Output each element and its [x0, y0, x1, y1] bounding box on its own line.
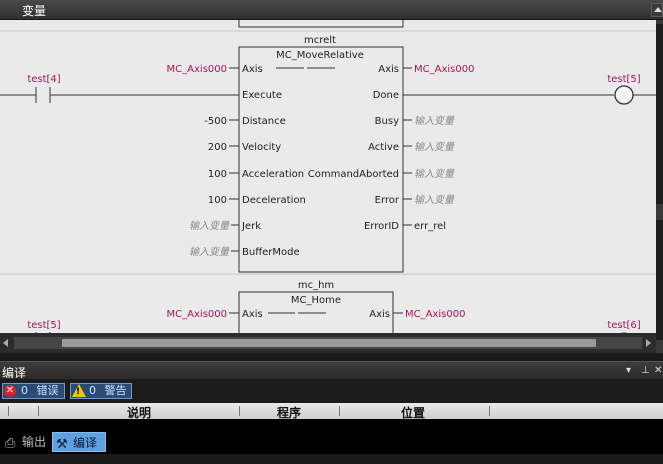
error-icon: ✕: [4, 385, 16, 397]
compile-table-header: 说明 程序 位置: [0, 403, 663, 420]
contact-label: test[4]: [27, 74, 60, 85]
previous-block-remnant: [238, 20, 404, 28]
pin-done: Done: [373, 90, 399, 101]
contact-label: test[5]: [27, 320, 60, 331]
ladder-editor-canvas[interactable]: mcrelt MC_MoveRelative test[4] MC_Axis00…: [0, 20, 656, 333]
fb-instance-name: mcrelt: [304, 35, 336, 46]
compile-results-list: [0, 419, 663, 431]
variables-panel-header: 变量: [0, 0, 663, 20]
pin-axis-out: Axis: [369, 309, 390, 320]
scroll-left-icon[interactable]: [3, 339, 8, 347]
pin-distance: Distance: [242, 116, 286, 127]
coil-test5[interactable]: [614, 85, 634, 105]
ladder-diagram[interactable]: mcrelt MC_MoveRelative test[4] MC_Axis00…: [0, 20, 656, 333]
pin-deceleration: Deceleration: [242, 195, 306, 206]
output-icon: ⎙: [5, 436, 16, 451]
output-arg-active[interactable]: 输入变量: [414, 141, 455, 153]
hammer-icon: ⚒: [56, 437, 68, 452]
column-separator[interactable]: [239, 406, 240, 416]
fb-type-name: MC_MoveRelative: [276, 50, 364, 61]
dropdown-icon[interactable]: ▾: [626, 365, 631, 376]
input-arg-buffermode[interactable]: 输入变量: [189, 246, 230, 258]
warning-count: 0: [89, 384, 96, 397]
coil-label: test[5]: [607, 74, 640, 85]
input-arg-deceleration[interactable]: 100: [208, 195, 227, 206]
output-arg-error[interactable]: 输入变量: [414, 194, 455, 206]
tab-compile-label: 编译: [73, 436, 98, 450]
warnings-filter-button[interactable]: ! 0 警告: [70, 383, 132, 399]
output-arg-axis[interactable]: MC_Axis000: [414, 64, 474, 75]
horizontal-scrollbar[interactable]: [0, 333, 656, 353]
pin-icon[interactable]: ⊥: [641, 365, 650, 376]
column-separator[interactable]: [38, 406, 39, 416]
pin-execute: Execute: [242, 90, 282, 101]
input-arg-jerk[interactable]: 输入变量: [189, 220, 230, 232]
variables-panel-title: 变量: [22, 4, 47, 18]
errors-filter-button[interactable]: ✕ 0 错误: [2, 383, 65, 399]
input-arg-axis[interactable]: MC_Axis000: [167, 64, 227, 75]
column-separator[interactable]: [489, 406, 490, 416]
fb-instance-name: mc_hm: [298, 280, 334, 291]
pin-error: Error: [375, 195, 400, 206]
status-strip: [0, 454, 663, 464]
pin-velocity: Velocity: [242, 142, 281, 153]
compile-panel-header: 编译 ▾ ⊥ ✕: [0, 361, 663, 380]
tab-compile[interactable]: ⚒ 编译: [52, 432, 106, 452]
input-arg-axis[interactable]: MC_Axis000: [167, 309, 227, 320]
output-arg-axis[interactable]: MC_Axis000: [405, 309, 465, 320]
pin-errorid: ErrorID: [364, 221, 399, 232]
pin-jerk: Jerk: [241, 221, 261, 232]
input-arg-velocity[interactable]: 200: [208, 142, 227, 153]
pin-axis: Axis: [242, 309, 263, 320]
compile-panel-title: 编译: [2, 366, 27, 380]
column-separator[interactable]: [8, 406, 9, 416]
warning-label: 警告: [104, 384, 127, 397]
output-arg-errorid[interactable]: err_rel: [414, 221, 446, 232]
vertical-scrollbar[interactable]: [656, 20, 663, 353]
close-icon[interactable]: ✕: [654, 365, 662, 376]
function-block-mc-moverelative[interactable]: [238, 46, 404, 273]
collapse-up-icon[interactable]: [651, 3, 663, 17]
tab-output-label: 输出: [22, 435, 47, 449]
pin-buffermode: BufferMode: [242, 247, 300, 258]
vertical-scroll-thumb[interactable]: [656, 24, 663, 204]
vertical-scroll-thumb-lower[interactable]: [656, 220, 663, 340]
input-arg-acceleration[interactable]: 100: [208, 169, 227, 180]
error-label: 错误: [36, 384, 59, 397]
tab-output[interactable]: ⎙ 输出: [2, 432, 50, 452]
pin-axis: Axis: [242, 64, 263, 75]
horizontal-scroll-thumb[interactable]: [62, 339, 596, 347]
output-arg-busy[interactable]: 输入变量: [414, 115, 455, 127]
column-separator[interactable]: [339, 406, 340, 416]
fb-type-name: MC_Home: [291, 295, 341, 306]
compile-filter-toolbar: ✕ 0 错误 ! 0 警告: [0, 381, 663, 401]
output-arg-commandaborted[interactable]: 输入变量: [414, 168, 455, 180]
input-arg-distance[interactable]: -500: [204, 116, 227, 127]
coil-label: test[6]: [607, 320, 640, 331]
pin-commandaborted: CommandAborted: [308, 169, 399, 180]
scroll-right-icon[interactable]: [646, 339, 651, 347]
warning-mark: !: [76, 387, 81, 397]
pin-busy: Busy: [375, 116, 399, 127]
pin-active: Active: [368, 142, 399, 153]
error-count: 0: [21, 384, 28, 397]
pin-acceleration: Acceleration: [242, 169, 304, 180]
pin-axis-out: Axis: [378, 64, 399, 75]
